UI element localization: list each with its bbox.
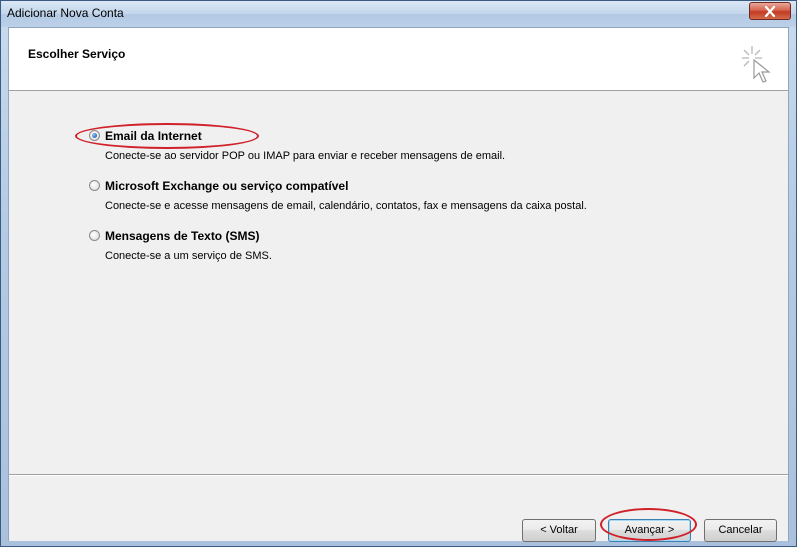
dialog-client-area: Escolher Serviço Email da Internet Conec… (8, 27, 789, 542)
highlight-oval-option (75, 123, 259, 149)
divider (9, 475, 788, 476)
title-bar[interactable]: Adicionar Nova Conta (1, 1, 796, 27)
close-button[interactable] (749, 2, 791, 20)
radio-icon[interactable] (89, 180, 100, 191)
option-description: Conecte-se ao servidor POP ou IMAP para … (105, 150, 506, 162)
window-title: Adicionar Nova Conta (7, 6, 124, 20)
button-bar: < Voltar Avançar > Cancelar (9, 474, 788, 542)
option-description: Conecte-se a um serviço de SMS. (105, 250, 272, 262)
wizard-header: Escolher Serviço (9, 28, 788, 91)
dialog-window: Adicionar Nova Conta Escolher Serviço Em… (0, 0, 797, 547)
option-description: Conecte-se e acesse mensagens de email, … (105, 200, 587, 212)
options-panel: Email da Internet Conecte-se ao servidor… (9, 91, 788, 474)
option-label[interactable]: Mensagens de Texto (SMS) (105, 229, 259, 243)
highlight-oval-next (600, 508, 697, 541)
back-button[interactable]: < Voltar (522, 519, 596, 542)
wizard-cursor-icon (742, 46, 771, 83)
close-icon (764, 6, 776, 17)
option-label[interactable]: Microsoft Exchange ou serviço compatível (105, 179, 348, 193)
page-title: Escolher Serviço (28, 47, 126, 61)
radio-icon[interactable] (89, 230, 100, 241)
cancel-button[interactable]: Cancelar (704, 519, 777, 542)
